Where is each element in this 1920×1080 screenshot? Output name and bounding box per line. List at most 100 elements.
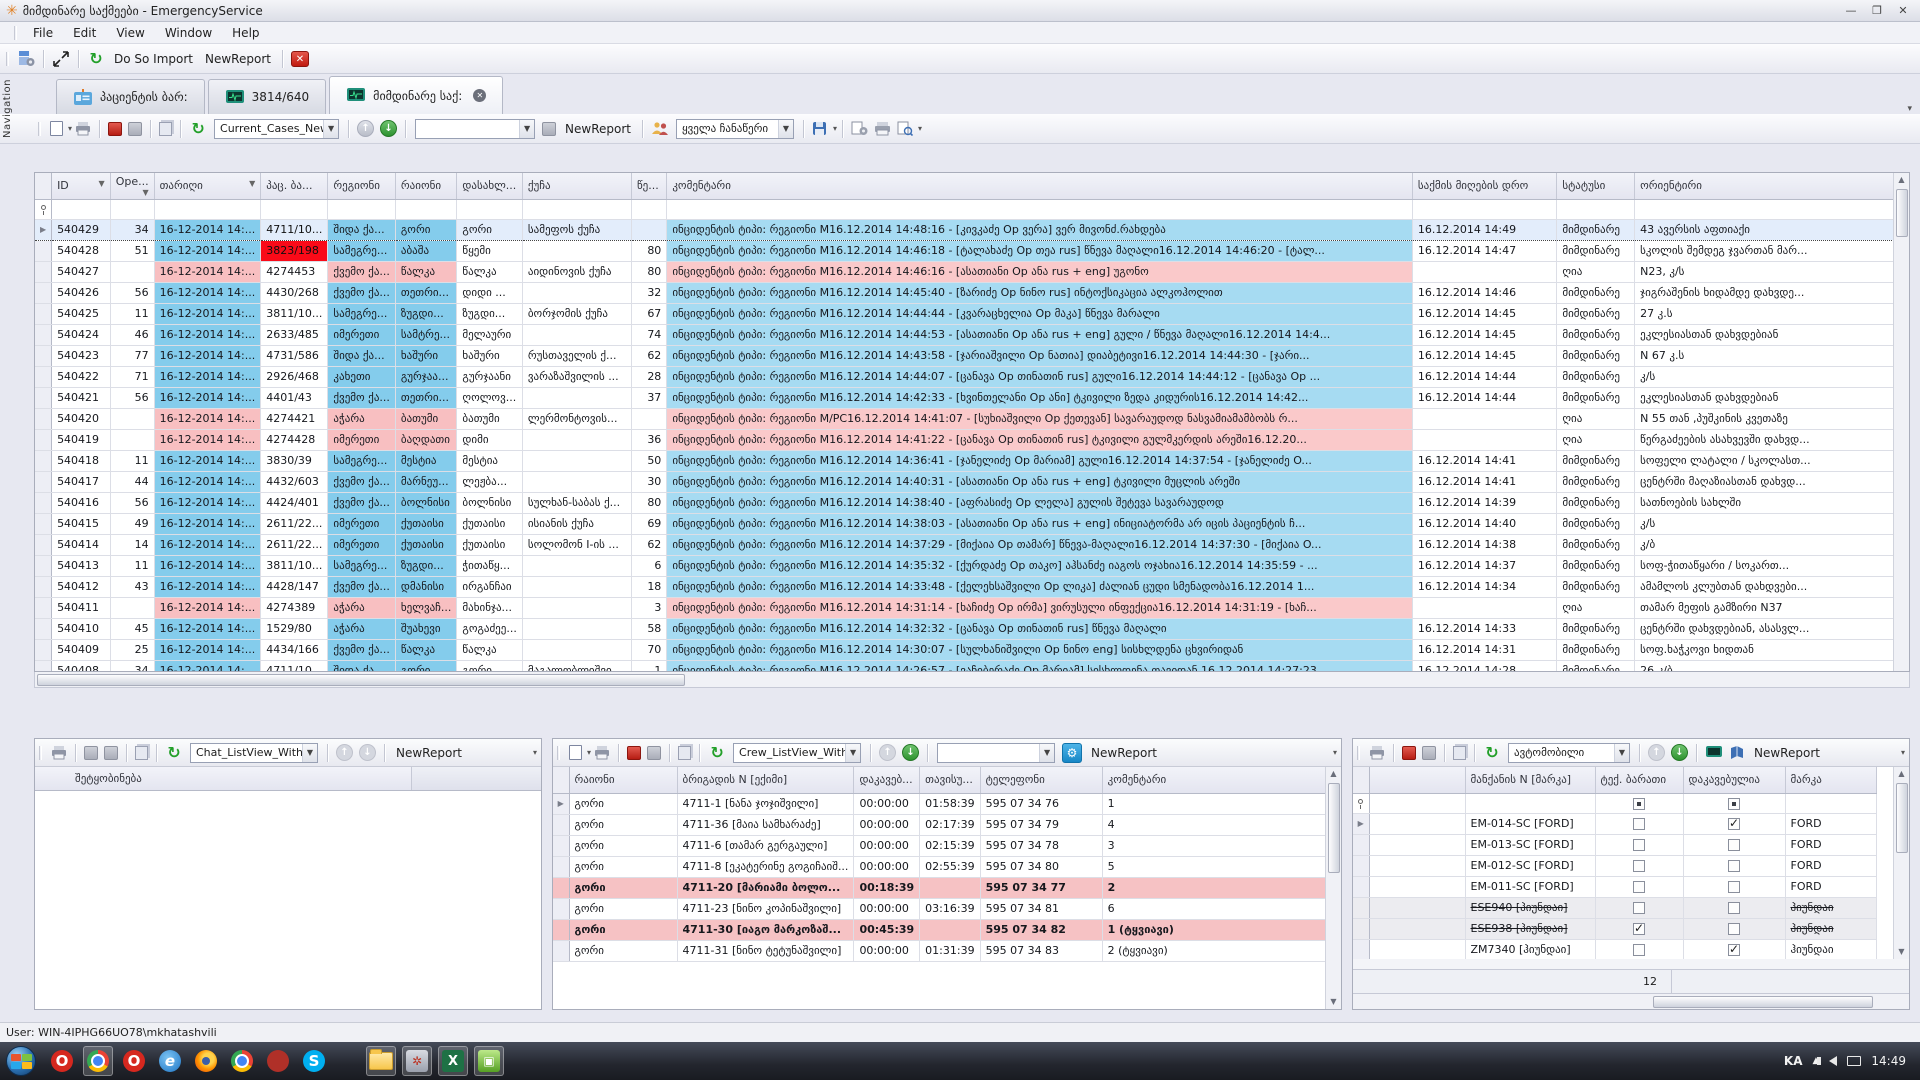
filter-cell[interactable] <box>328 199 395 219</box>
scrollbar-thumb[interactable] <box>1896 783 1908 853</box>
scroll-up-icon[interactable]: ▲ <box>1898 173 1904 187</box>
opera-icon[interactable]: O <box>47 1046 77 1076</box>
move-up-icon[interactable]: ↑ <box>357 120 374 137</box>
table-row[interactable]: EM-013-SC [FORD]FORD <box>1353 834 1876 855</box>
tech-card-checkbox[interactable] <box>1633 944 1645 956</box>
print-preview-icon[interactable] <box>897 121 913 136</box>
column-header[interactable]: მარკა <box>1785 767 1876 793</box>
column-header-recv[interactable]: საქმის მიღების დრო <box>1412 173 1556 199</box>
chrome-icon[interactable] <box>83 1046 113 1076</box>
table-row[interactable]: გორი4711-8 [ეკატერინე გოგიჩაიშ...00:00:0… <box>553 856 1334 877</box>
table-row[interactable]: 5404092516-12-2014 14:...4434/166ქვემო ქ… <box>35 639 1909 660</box>
tech-card-filter-checkbox[interactable] <box>1633 798 1645 810</box>
table-row[interactable]: 5404237716-12-2014 14:...4731/586შიდა ქა… <box>35 345 1909 366</box>
tab-case-3814[interactable]: 3814/640 <box>208 79 327 114</box>
filter-cell[interactable] <box>631 199 666 219</box>
table-row[interactable]: გორი4711-20 [მარიამი ბოლო...00:18:39595 … <box>553 877 1334 898</box>
filter-cell[interactable] <box>52 199 111 219</box>
column-header-region[interactable]: რეგიონი <box>328 173 395 199</box>
do-so-import-button[interactable]: Do So Import <box>108 52 199 66</box>
tab-patient-card[interactable]: პაციენტის ბარ: <box>56 79 205 114</box>
tabstrip-overflow-icon[interactable]: ▾ <box>1907 104 1912 114</box>
view-select[interactable]: Crew_ListView_With... ▼ <box>733 743 861 763</box>
start-button[interactable] <box>6 1046 36 1076</box>
chat-column-header[interactable]: შეტყობინება <box>35 767 541 791</box>
column-header[interactable]: რაიონი <box>569 767 677 793</box>
monitor-icon[interactable] <box>1705 745 1723 760</box>
filter-icon[interactable]: ▼ <box>99 179 105 188</box>
table-row[interactable]: 5404285116-12-2014 14:...3823/198სამეგრე… <box>35 240 1909 261</box>
stop-icon[interactable] <box>108 122 122 136</box>
filter-cell[interactable] <box>395 199 457 219</box>
chevron-down-icon[interactable]: ▾ <box>1333 748 1337 757</box>
chrome-icon-2[interactable] <box>227 1046 257 1076</box>
table-row[interactable]: 5404174416-12-2014 14:...4432/603ქვემო ქ… <box>35 471 1909 492</box>
table-row[interactable]: 5404251116-12-2014 14:...3811/10...სამეგ… <box>35 303 1909 324</box>
volume-icon[interactable] <box>1829 1056 1837 1066</box>
stop-icon[interactable] <box>1402 746 1416 760</box>
filter-cell[interactable] <box>667 199 1413 219</box>
busy-checkbox[interactable] <box>1728 818 1740 830</box>
column-header-street[interactable]: ქუჩა <box>522 173 631 199</box>
scroll-down-icon[interactable]: ▼ <box>1898 945 1904 959</box>
records-filter-select[interactable]: ყველა ჩანაწერი ▼ <box>676 119 794 139</box>
filter-cell[interactable] <box>261 199 328 219</box>
printer-icon[interactable] <box>874 122 891 136</box>
close-tab-button[interactable]: ✕ <box>291 51 309 67</box>
column-header[interactable]: ტელეფონი <box>980 767 1102 793</box>
column-header[interactable]: კომენტარი <box>1102 767 1334 793</box>
move-down-icon[interactable]: ↓ <box>380 120 397 137</box>
column-header-ope[interactable]: Ope... ▼ <box>110 173 154 199</box>
column-header[interactable]: თავისუ... <box>920 767 980 793</box>
scrollbar-thumb[interactable] <box>1328 783 1340 873</box>
scroll-up-icon[interactable]: ▲ <box>1898 767 1904 781</box>
refresh-icon[interactable]: ↻ <box>87 51 105 67</box>
stop-icon[interactable] <box>627 746 641 760</box>
column-header-settlement[interactable]: დასახლ... <box>457 173 522 199</box>
close-button[interactable]: ✕ <box>1890 2 1916 20</box>
table-row[interactable]: გორი4711-31 [ნინო ტეტუნაშვილი]00:00:0001… <box>553 940 1334 961</box>
table-row[interactable]: 5404141416-12-2014 14:...2611/22...იმერე… <box>35 534 1909 555</box>
export-dropdown-icon[interactable]: ▾ <box>833 124 837 133</box>
page-setup-icon[interactable] <box>851 121 868 136</box>
pause-icon[interactable] <box>647 746 661 760</box>
pause-icon[interactable] <box>128 122 142 136</box>
table-row[interactable]: 5404104516-12-2014 14:...1529/80აჭარაშუა… <box>35 618 1909 639</box>
filter-cell[interactable] <box>1412 199 1556 219</box>
table-row[interactable]: 5404244616-12-2014 14:...2633/485იმერეთი… <box>35 324 1909 345</box>
move-down-icon[interactable]: ↓ <box>902 744 919 761</box>
column-header-date[interactable]: თარიღი ▼ <box>154 173 261 199</box>
table-row[interactable]: 5404124316-12-2014 14:...4428/147ქვემო ქ… <box>35 576 1909 597</box>
column-header-id[interactable]: ID ▼ <box>52 173 111 199</box>
filter-cell[interactable] <box>522 199 631 219</box>
copy-icon[interactable] <box>135 746 148 760</box>
column-header[interactable]: დაკავებ... <box>854 767 920 793</box>
column-header-status[interactable]: სტატუსი <box>1557 173 1635 199</box>
table-row[interactable]: გორი4711-36 [მაია სამხარაძე]00:00:0002:1… <box>553 814 1334 835</box>
column-header[interactable] <box>1369 767 1465 793</box>
column-header-pac[interactable]: პაც. ბა... <box>261 173 328 199</box>
filter-row[interactable] <box>35 199 1909 219</box>
menu-window[interactable]: Window <box>155 24 222 42</box>
busy-checkbox[interactable] <box>1728 923 1740 935</box>
filter-cell[interactable] <box>1635 199 1909 219</box>
table-row[interactable]: ▶EM-014-SC [FORD]FORD <box>1353 813 1876 834</box>
menu-help[interactable]: Help <box>222 24 269 42</box>
tech-card-checkbox[interactable] <box>1633 860 1645 872</box>
table-row[interactable]: ▶5404293416-12-2014 14:...4711/10...შიდა… <box>35 219 1909 240</box>
minimize-button[interactable]: — <box>1838 2 1864 20</box>
skype-icon[interactable]: S <box>299 1046 329 1076</box>
refresh-icon[interactable]: ↻ <box>189 121 207 137</box>
search-combo[interactable]: ▼ <box>415 119 535 139</box>
column-header-comment[interactable]: კომენტარი <box>667 173 1413 199</box>
busy-checkbox[interactable] <box>1728 944 1740 956</box>
refresh-icon[interactable]: ↻ <box>1483 745 1501 761</box>
firefox-icon[interactable] <box>191 1046 221 1076</box>
new-report-button[interactable]: NewReport <box>1748 746 1826 760</box>
menu-edit[interactable]: Edit <box>63 24 106 42</box>
busy-checkbox[interactable] <box>1728 902 1740 914</box>
table-row[interactable]: 5404083416-12-2014 14:...4711/10...შიდა … <box>35 660 1909 672</box>
tech-card-checkbox[interactable] <box>1633 839 1645 851</box>
busy-checkbox[interactable] <box>1728 839 1740 851</box>
horizontal-scrollbar[interactable] <box>34 672 1910 688</box>
